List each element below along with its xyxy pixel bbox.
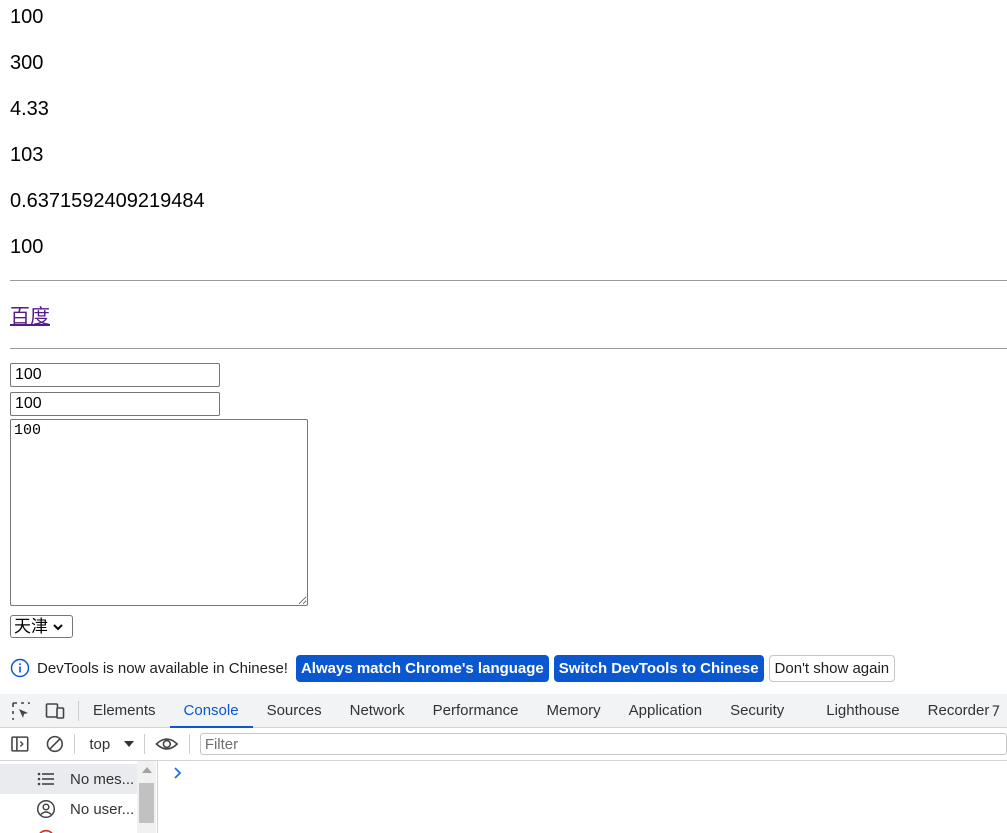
scroll-up-arrow-icon[interactable] <box>142 767 152 773</box>
text-input-1[interactable] <box>10 363 220 387</box>
tab-memory[interactable]: Memory <box>533 694 615 727</box>
always-match-language-button[interactable]: Always match Chrome's language <box>295 654 549 682</box>
console-sidebar: No mes... No user... <box>0 761 158 833</box>
info-icon <box>10 658 30 678</box>
console-prompt-chevron-icon <box>174 767 182 779</box>
output-paragraph: 100 <box>10 6 44 28</box>
dont-show-again-button[interactable]: Don't show again <box>768 654 896 682</box>
output-paragraph: 0.6371592409219484 <box>10 190 205 212</box>
context-selector-label: top <box>89 735 111 753</box>
tab-application[interactable]: Application <box>615 694 716 727</box>
tab-lighthouse[interactable]: Lighthouse <box>812 694 913 727</box>
output-paragraph: 103 <box>10 144 44 166</box>
baidu-link[interactable]: 百度 <box>10 305 50 329</box>
sidebar-toggle-icon[interactable] <box>10 734 30 754</box>
horizontal-rule <box>10 348 1007 349</box>
tab-elements[interactable]: Elements <box>79 694 170 727</box>
tab-network[interactable]: Network <box>336 694 419 727</box>
sidebar-item-messages[interactable]: No mes... <box>0 764 137 794</box>
city-select[interactable]: 天津 <box>10 615 73 638</box>
sidebar-item-label: No user... <box>70 800 135 818</box>
console-toolbar: top <box>0 728 1007 761</box>
live-expression-eye-icon[interactable] <box>155 734 179 754</box>
tab-security[interactable]: Security <box>716 694 812 727</box>
horizontal-rule <box>10 280 1007 281</box>
scrollbar-thumb[interactable] <box>139 783 154 823</box>
inspect-element-icon[interactable] <box>10 700 32 722</box>
city-select-value: 天津 <box>14 616 48 636</box>
chevron-down-icon <box>53 623 63 630</box>
tab-sources[interactable]: Sources <box>253 694 336 727</box>
text-input-2[interactable] <box>10 392 220 416</box>
output-paragraph: 300 <box>10 52 44 74</box>
devtools-language-infobar: DevTools is now available in Chinese! Al… <box>0 650 1007 686</box>
toolbar-divider <box>188 734 190 754</box>
error-icon <box>39 829 53 833</box>
sidebar-item-errors[interactable] <box>0 824 137 833</box>
sidebar-item-label: No mes... <box>70 770 135 788</box>
user-icon <box>36 799 56 819</box>
list-icon <box>37 772 54 786</box>
sidebar-item-user-messages[interactable]: No user... <box>0 794 137 824</box>
toolbar-divider <box>74 734 76 754</box>
tab-recorder[interactable]: Recorder <box>914 694 990 727</box>
output-paragraph: 4.33 <box>10 98 49 120</box>
dropdown-triangle-icon <box>124 741 135 747</box>
clear-console-icon[interactable] <box>45 734 65 754</box>
infobar-message: DevTools is now available in Chinese! <box>37 659 288 677</box>
device-toolbar-icon[interactable] <box>44 700 66 722</box>
web-page: 100 300 4.33 103 0.6371592409219484 100 … <box>0 0 1007 660</box>
devtools-tab-bar: Elements Console Sources Network Perform… <box>0 694 1007 728</box>
console-filter-input[interactable] <box>199 733 1007 755</box>
switch-to-chinese-button[interactable]: Switch DevTools to Chinese <box>553 654 764 682</box>
toolbar-divider <box>144 734 146 754</box>
tab-performance[interactable]: Performance <box>419 694 533 727</box>
textarea[interactable]: 100 <box>10 419 308 606</box>
recorder-icon <box>993 704 1000 716</box>
sidebar-scrollbar[interactable] <box>137 761 156 833</box>
output-paragraph: 100 <box>10 236 44 258</box>
context-selector[interactable]: top <box>89 735 135 753</box>
tab-console[interactable]: Console <box>169 694 253 728</box>
